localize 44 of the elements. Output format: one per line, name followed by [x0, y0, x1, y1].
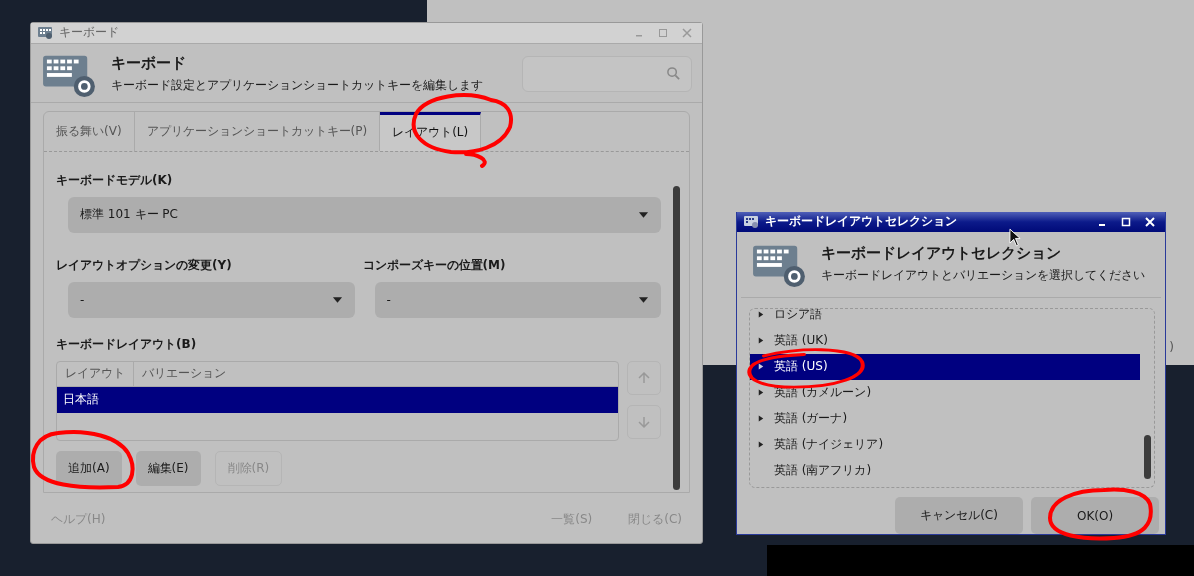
search-field[interactable] — [522, 55, 692, 92]
up-arrow-icon — [637, 370, 651, 385]
header-title: キーボードレイアウトセレクション — [821, 244, 1062, 264]
keyboard-icon — [37, 25, 53, 40]
list-item[interactable]: 英語 (UK) — [750, 327, 1140, 354]
column-header[interactable]: レイアウト — [57, 361, 134, 386]
header-title: キーボード — [111, 53, 187, 73]
search-icon — [666, 66, 681, 82]
keyboard-icon — [743, 214, 759, 229]
list-item[interactable]: 英語 (ガーナ) — [750, 405, 1140, 432]
caret-icon — [331, 295, 343, 304]
caret-icon — [638, 210, 649, 219]
window-title: キーボード — [59, 24, 119, 42]
down-arrow-icon — [637, 414, 651, 429]
expander-icon[interactable] — [758, 388, 764, 398]
header-subtitle: キーボード設定とアプリケーションショートカットキーを編集します — [111, 76, 483, 94]
list-item[interactable]: 英語 (南アフリカ) — [750, 457, 1140, 484]
field-label: キーボードレイアウト(B) — [56, 335, 198, 353]
compose-dropdown[interactable]: - — [374, 281, 661, 318]
table-row[interactable]: 日本語 — [57, 386, 618, 413]
model-dropdown[interactable]: 標準 101 キー PC — [68, 196, 661, 233]
expander-icon[interactable] — [758, 440, 764, 450]
window-title: キーボードレイアウトセレクション — [765, 213, 957, 231]
options-dropdown[interactable]: - — [68, 281, 355, 318]
expander-icon[interactable] — [758, 336, 764, 346]
field-label: コンポーズキーの位置(M) — [362, 256, 507, 274]
list-item[interactable]: ロシア語 — [750, 308, 1140, 328]
dialog-button[interactable]: OK(O) — [1031, 497, 1159, 534]
cursor-icon — [1009, 228, 1022, 247]
column-header[interactable]: バリエーション — [134, 361, 234, 386]
list-item[interactable]: 英語 (ナイジェリア) — [750, 431, 1140, 458]
tab[interactable]: 振る舞い(V) — [44, 111, 135, 151]
window-text: ) — [1169, 340, 1174, 354]
expander-icon[interactable] — [758, 362, 764, 372]
expander-icon[interactable] — [758, 310, 764, 320]
layout-button[interactable]: 編集(E) — [135, 450, 201, 486]
header-subtitle: キーボードレイアウトとバリエーションを選択してください — [821, 267, 1145, 285]
field-label: レイアウトオプションの変更(Y) — [56, 256, 233, 274]
caret-icon — [638, 295, 649, 304]
list-item[interactable]: 英語 (US) — [750, 353, 1140, 380]
expander-icon[interactable] — [758, 414, 764, 424]
field-label: キーボードモデル(K) — [56, 171, 174, 189]
layout-button[interactable]: 追加(A) — [56, 450, 122, 486]
dialog-button[interactable]: キャンセル(C) — [895, 497, 1023, 534]
